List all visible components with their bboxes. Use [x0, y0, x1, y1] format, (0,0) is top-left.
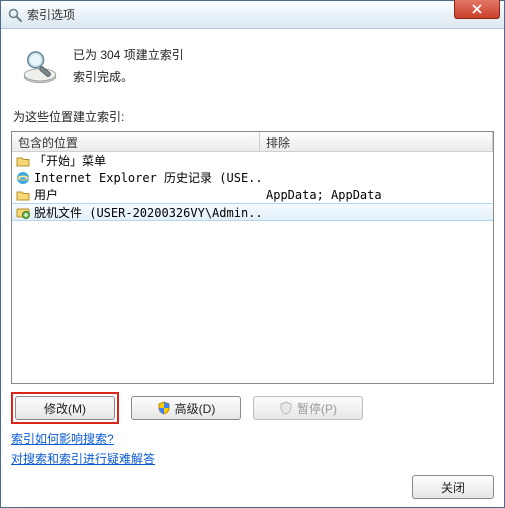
- table-row[interactable]: Internet Explorer 历史记录 (USE...: [12, 169, 493, 186]
- modify-button[interactable]: 修改(M): [15, 396, 115, 420]
- advanced-button-label: 高级(D): [175, 400, 216, 417]
- folder-icon: [16, 188, 30, 202]
- status-line-1: 已为 304 项建立索引: [73, 45, 184, 67]
- footer-row: 关闭: [11, 467, 494, 499]
- app-icon: [7, 7, 23, 23]
- help-link-search[interactable]: 索引如何影响搜索?: [11, 430, 494, 447]
- indexing-options-window: 索引选项 已为 304 项建立索引 索引完成。 为这些: [0, 0, 505, 508]
- table-row[interactable]: 「开始」菜单: [12, 152, 493, 169]
- close-dialog-button[interactable]: 关闭: [412, 475, 494, 499]
- row-name: 「开始」菜单: [34, 152, 106, 169]
- pause-button-label: 暂停(P): [297, 400, 337, 417]
- row-name: 脱机文件 (USER-20200326VY\Admin...: [34, 204, 260, 221]
- row-exclude: AppData; AppData: [260, 188, 493, 202]
- column-included[interactable]: 包含的位置: [12, 132, 260, 151]
- window-title: 索引选项: [27, 6, 75, 23]
- modify-highlight: 修改(M): [11, 392, 119, 424]
- help-link-troubleshoot[interactable]: 对搜索和索引进行疑难解答: [11, 450, 494, 467]
- status-text: 已为 304 项建立索引 索引完成。: [73, 45, 184, 88]
- client-area: 已为 304 项建立索引 索引完成。 为这些位置建立索引: 包含的位置 排除 「…: [1, 29, 504, 507]
- list-header: 包含的位置 排除: [12, 132, 493, 152]
- close-button[interactable]: [454, 0, 500, 19]
- shield-icon: [279, 401, 293, 415]
- status-row: 已为 304 项建立索引 索引完成。: [11, 37, 494, 100]
- locations-list[interactable]: 包含的位置 排除 「开始」菜单Internet Explorer 历史记录 (U…: [11, 131, 494, 384]
- titlebar: 索引选项: [1, 1, 504, 29]
- column-excluded[interactable]: 排除: [260, 132, 493, 151]
- table-row[interactable]: 脱机文件 (USER-20200326VY\Admin...: [12, 203, 493, 221]
- folder-icon: [16, 154, 30, 168]
- ie-icon: [16, 171, 30, 185]
- status-line-2: 索引完成。: [73, 67, 184, 89]
- table-row[interactable]: 用户 AppData; AppData: [12, 186, 493, 203]
- list-body: 「开始」菜单Internet Explorer 历史记录 (USE...用户 Ap…: [12, 152, 493, 383]
- row-name: 用户: [34, 186, 58, 203]
- advanced-button[interactable]: 高级(D): [131, 396, 241, 420]
- locations-label: 为这些位置建立索引:: [13, 108, 494, 125]
- row-name: Internet Explorer 历史记录 (USE...: [34, 169, 260, 186]
- shield-icon: [157, 401, 171, 415]
- offline-icon: [16, 205, 30, 219]
- index-icon: [19, 45, 61, 87]
- button-row: 修改(M) 高级(D) 暂停(P): [11, 392, 494, 424]
- pause-button: 暂停(P): [253, 396, 363, 420]
- help-links: 索引如何影响搜索? 对搜索和索引进行疑难解答: [11, 430, 494, 467]
